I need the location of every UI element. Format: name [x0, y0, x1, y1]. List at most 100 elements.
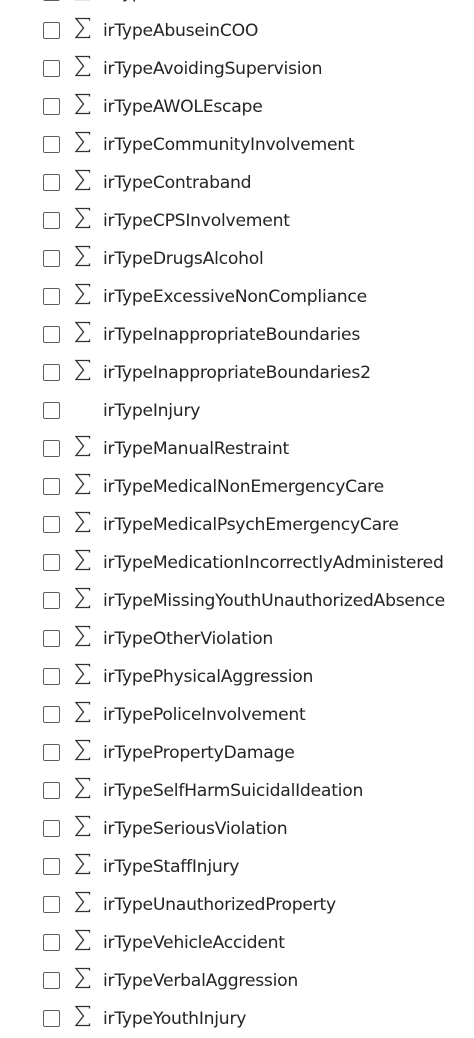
field-checkbox[interactable] — [43, 1010, 60, 1027]
field-list-item[interactable]: irTypeInjury — [0, 392, 474, 430]
field-name[interactable]: irTypeUnauthorizedProperty — [103, 893, 336, 917]
field-checkbox[interactable] — [43, 706, 60, 723]
field-name[interactable]: irTypeCommunityInvolvement — [103, 133, 355, 157]
field-checkbox[interactable] — [43, 174, 60, 191]
sigma-icon — [74, 207, 94, 233]
field-list-item[interactable]: irTypeVerbalAggression — [0, 962, 474, 1000]
field-list-item[interactable]: irTypeSelfHarmSuicidalIdeation — [0, 772, 474, 810]
sigma-icon — [74, 777, 94, 803]
field-checkbox[interactable] — [43, 782, 60, 799]
sigma-icon — [74, 0, 94, 5]
field-checkbox[interactable] — [43, 972, 60, 989]
field-list-item[interactable]: irTypeInappropriateBoundaries — [0, 316, 474, 354]
field-list-item[interactable]: irTypePoliceInvolvement — [0, 696, 474, 734]
field-list-item[interactable]: irTypeMedicalPsychEmergencyCare — [0, 506, 474, 544]
field-list-item[interactable]: irTypeMissingYouthUnauthorizedAbsence — [0, 582, 474, 620]
field-checkbox[interactable] — [43, 326, 60, 343]
field-name[interactable]: irTypePropertyDamage — [103, 741, 295, 765]
field-name[interactable]: irTypeMedicalPsychEmergencyCare — [103, 513, 399, 537]
field-name[interactable]: irTypeVehicleAccident — [103, 931, 285, 955]
field-list-item[interactable]: irTypeDrugsAlcohol — [0, 240, 474, 278]
field-name[interactable]: irTypeInappropriateBoundaries2 — [103, 361, 371, 385]
field-checkbox[interactable] — [43, 858, 60, 875]
field-name[interactable]: irTypeOtherViolation — [103, 627, 273, 651]
field-name[interactable]: irTypeMedicationIncorrectlyAdministered — [103, 551, 444, 575]
field-list-item[interactable]: irTypeUnauthorizedProperty — [0, 886, 474, 924]
field-name[interactable]: irTypeAbuseinCOO — [103, 0, 258, 5]
sigma-icon — [74, 587, 94, 613]
field-checkbox[interactable] — [43, 516, 60, 533]
field-checkbox[interactable] — [43, 592, 60, 609]
field-name[interactable]: irTypeContraband — [103, 171, 252, 195]
field-checkbox[interactable] — [43, 630, 60, 647]
field-name[interactable]: irTypeVerbalAggression — [103, 969, 298, 993]
field-checkbox[interactable] — [43, 288, 60, 305]
sigma-icon — [74, 435, 94, 461]
field-list-item[interactable]: irTypePhysicalAggression — [0, 658, 474, 696]
field-checkbox[interactable] — [43, 554, 60, 571]
field-name[interactable]: irTypeDrugsAlcohol — [103, 247, 264, 271]
field-name[interactable]: irTypeManualRestraint — [103, 437, 289, 461]
field-name[interactable]: irTypeStaffInjury — [103, 855, 239, 879]
field-checkbox[interactable] — [43, 896, 60, 913]
field-list-item[interactable]: irTypeVehicleAccident — [0, 924, 474, 962]
field-checkbox[interactable] — [43, 934, 60, 951]
sigma-icon — [74, 93, 94, 119]
field-list-item[interactable]: irTypeYouthInjury — [0, 1000, 474, 1038]
field-list-item[interactable]: irTypeMedicationIncorrectlyAdministered — [0, 544, 474, 582]
field-checkbox[interactable] — [43, 0, 60, 1]
field-list-item[interactable]: irTypeManualRestraint — [0, 430, 474, 468]
field-name[interactable]: irTypeAvoidingSupervision — [103, 57, 322, 81]
field-checkbox[interactable] — [43, 364, 60, 381]
field-checkbox[interactable] — [43, 60, 60, 77]
field-name[interactable]: irTypeSeriousViolation — [103, 817, 288, 841]
sigma-icon — [74, 701, 94, 727]
field-name[interactable]: irTypeCPSInvolvement — [103, 209, 290, 233]
field-checkbox[interactable] — [43, 22, 60, 39]
field-checkbox[interactable] — [43, 744, 60, 761]
field-list-item[interactable]: irTypeAWOLEscape — [0, 88, 474, 126]
field-list-item[interactable]: irTypeAbuseinCOO — [0, 0, 474, 12]
field-list-item[interactable]: irTypePropertyDamage — [0, 734, 474, 772]
field-checkbox[interactable] — [43, 668, 60, 685]
field-list-item[interactable]: irTypeAvoidingSupervision — [0, 50, 474, 88]
sigma-icon — [74, 473, 94, 499]
field-checkbox[interactable] — [43, 212, 60, 229]
field-checkbox[interactable] — [43, 98, 60, 115]
field-name[interactable]: irTypeMedicalNonEmergencyCare — [103, 475, 384, 499]
sigma-icon — [74, 549, 94, 575]
sigma-icon — [74, 245, 94, 271]
field-name[interactable]: irTypeSelfHarmSuicidalIdeation — [103, 779, 363, 803]
field-list-item[interactable]: irTypeSeriousViolation — [0, 810, 474, 848]
field-list-item[interactable]: irTypeStaffInjury — [0, 848, 474, 886]
field-name[interactable]: irTypeInappropriateBoundaries — [103, 323, 360, 347]
field-list-item[interactable]: irTypeCPSInvolvement — [0, 202, 474, 240]
field-list-item[interactable]: irTypeMedicalNonEmergencyCare — [0, 468, 474, 506]
field-checkbox[interactable] — [43, 478, 60, 495]
field-name[interactable]: irTypeMissingYouthUnauthorizedAbsence — [103, 589, 445, 613]
field-name[interactable]: irTypeInjury — [103, 399, 200, 423]
field-name[interactable]: irTypeAbuseinCOO — [103, 19, 258, 43]
field-list-item[interactable]: irTypeOtherViolation — [0, 620, 474, 658]
field-checkbox[interactable] — [43, 820, 60, 837]
field-name[interactable]: irTypePhysicalAggression — [103, 665, 313, 689]
field-list-item[interactable]: irTypeExcessiveNonCompliance — [0, 278, 474, 316]
field-name[interactable]: irTypePoliceInvolvement — [103, 703, 306, 727]
sigma-icon — [74, 815, 94, 841]
sigma-icon — [74, 1005, 94, 1031]
sigma-icon — [74, 891, 94, 917]
field-list-item[interactable]: irTypeCommunityInvolvement — [0, 126, 474, 164]
sigma-icon — [74, 131, 94, 157]
field-list-item[interactable]: irTypeAbuseinCOO — [0, 12, 474, 50]
field-checkbox[interactable] — [43, 402, 60, 419]
sigma-icon — [74, 853, 94, 879]
field-list-item[interactable]: irTypeContraband — [0, 164, 474, 202]
field-checkbox[interactable] — [43, 136, 60, 153]
field-name[interactable]: irTypeExcessiveNonCompliance — [103, 285, 367, 309]
field-checkbox[interactable] — [43, 440, 60, 457]
field-name[interactable]: irTypeYouthInjury — [103, 1007, 246, 1031]
sigma-icon — [74, 663, 94, 689]
field-checkbox[interactable] — [43, 250, 60, 267]
field-list-item[interactable]: irTypeInappropriateBoundaries2 — [0, 354, 474, 392]
field-name[interactable]: irTypeAWOLEscape — [103, 95, 263, 119]
